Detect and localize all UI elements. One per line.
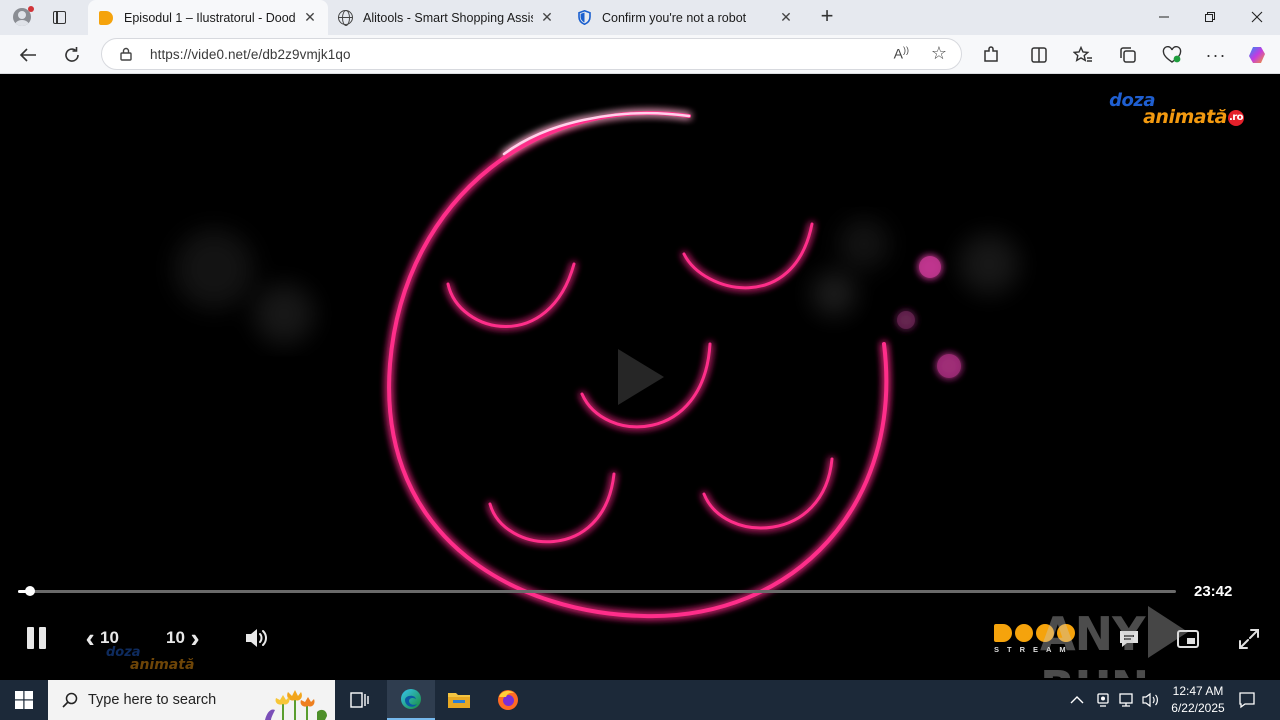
favorite-star-icon[interactable]: ☆	[931, 43, 947, 64]
dozaanimata-mini-logo: doza animată	[106, 645, 195, 673]
extensions-button[interactable]	[979, 43, 1003, 67]
taskbar-search-box[interactable]: Type here to search	[48, 680, 335, 720]
notification-dot	[28, 6, 34, 12]
video-player[interactable]: doza animată.ro 23:42 ‹‹ 10 10 ›› doza a…	[4, 74, 1276, 678]
windows-taskbar: Type here to search 12:47 AM 6/22/2025	[0, 680, 1280, 720]
back-button[interactable]	[16, 43, 40, 67]
more-dots-icon: ···	[1205, 44, 1227, 65]
profile-button[interactable]	[8, 4, 36, 30]
url-text[interactable]: https://vide0.net/e/db2z9vmjk1qo	[150, 47, 351, 62]
copilot-icon	[1249, 47, 1265, 63]
collections-icon	[1120, 47, 1136, 63]
minimize-button[interactable]	[1141, 0, 1187, 34]
browser-toolbar: https://vide0.net/e/db2z9vmjk1qo A)) ☆ ·…	[0, 35, 1280, 74]
restore-button[interactable]	[1187, 0, 1233, 34]
tab-close-icon[interactable]: ✕	[778, 9, 794, 26]
forward-seconds: 10	[166, 628, 185, 647]
notification-icon	[1239, 692, 1255, 709]
forward-10-button[interactable]: 10 ››	[166, 625, 200, 651]
clock-time: 12:47 AM	[1172, 684, 1224, 698]
new-tab-button[interactable]: +	[816, 5, 838, 28]
tab-doodstream[interactable]: Episodul 1 – Ilustratorul - DoodStream ✕	[88, 0, 328, 35]
favorites-button[interactable]	[1071, 43, 1095, 67]
show-hidden-icons-button[interactable]	[1070, 680, 1084, 720]
speaker-icon	[1142, 692, 1158, 708]
task-view-icon	[350, 692, 369, 708]
globe-icon	[337, 10, 353, 26]
taskbar-clock[interactable]: 12:47 AM 6/22/2025	[1160, 683, 1236, 717]
close-icon	[1251, 11, 1263, 23]
split-screen-button[interactable]	[1027, 43, 1051, 67]
collections-button[interactable]	[1116, 43, 1140, 67]
heartbeat-icon	[1162, 46, 1182, 63]
windows-logo-icon	[15, 691, 33, 709]
tab-robot-check[interactable]: Confirm you're not a robot ✕	[566, 0, 804, 35]
tray-device-icon[interactable]	[1096, 680, 1110, 720]
read-aloud-icon[interactable]: A))	[894, 45, 909, 62]
tab-close-icon[interactable]: ✕	[539, 9, 555, 26]
puzzle-icon	[984, 46, 998, 62]
duration-label: 23:42	[1194, 583, 1233, 600]
tab-alitools[interactable]: Alitools - Smart Shopping Assistant ✕	[327, 0, 565, 35]
anyrun-watermark: ANYRUN	[1040, 606, 1276, 678]
tab-title: Episodul 1 – Ilustratorul - DoodStream	[124, 10, 296, 25]
close-window-button[interactable]	[1234, 0, 1280, 34]
clock-date: 6/22/2025	[1171, 701, 1225, 715]
seek-bar[interactable]	[18, 586, 1176, 596]
seek-handle[interactable]	[24, 586, 35, 596]
tab-title: Confirm you're not a robot	[602, 10, 747, 25]
refresh-icon	[65, 47, 79, 62]
shield-icon	[576, 10, 592, 26]
action-center-button[interactable]	[1238, 680, 1256, 720]
tab-title: Alitools - Smart Shopping Assistant	[363, 10, 533, 25]
volume-button[interactable]	[244, 626, 270, 650]
taskbar-file-explorer[interactable]	[435, 680, 483, 720]
tab-actions-icon	[53, 11, 66, 24]
chevron-up-icon	[1070, 696, 1084, 704]
search-icon	[62, 692, 78, 708]
task-view-button[interactable]	[336, 680, 384, 720]
search-placeholder: Type here to search	[88, 692, 217, 708]
tab-actions-button[interactable]	[50, 8, 70, 28]
restore-icon	[1205, 12, 1215, 22]
copilot-button[interactable]	[1246, 43, 1270, 67]
minimize-icon	[1159, 16, 1169, 18]
network-icon	[1119, 693, 1133, 707]
site-info-icon[interactable]	[119, 47, 133, 61]
start-button[interactable]	[0, 680, 48, 720]
tab-strip: Episodul 1 – Ilustratorul - DoodStream ✕…	[0, 0, 1280, 35]
settings-menu-button[interactable]: ···	[1204, 43, 1228, 67]
split-screen-icon	[1031, 47, 1047, 63]
address-bar[interactable]: https://vide0.net/e/db2z9vmjk1qo A)) ☆	[101, 38, 962, 70]
favorites-icon	[1073, 46, 1092, 62]
folder-icon	[448, 693, 470, 708]
refresh-button[interactable]	[60, 43, 84, 67]
firefox-icon	[498, 690, 518, 710]
tray-network-icon[interactable]	[1118, 680, 1134, 720]
tab-close-icon[interactable]: ✕	[302, 9, 318, 26]
back-arrow-icon	[19, 48, 36, 62]
dozaanimata-logo: doza animată .ro	[1109, 90, 1244, 128]
doodstream-icon	[98, 10, 114, 26]
browser-essentials-button[interactable]	[1160, 43, 1184, 67]
taskbar-edge[interactable]	[387, 680, 435, 720]
tray-volume-icon[interactable]	[1142, 680, 1160, 720]
meet-now-icon	[1097, 693, 1109, 707]
big-play-icon[interactable]	[618, 349, 664, 405]
pause-button[interactable]	[26, 627, 48, 649]
edge-icon	[401, 689, 421, 709]
taskbar-firefox[interactable]	[484, 680, 532, 720]
tulip-flowers-icon	[265, 690, 327, 720]
